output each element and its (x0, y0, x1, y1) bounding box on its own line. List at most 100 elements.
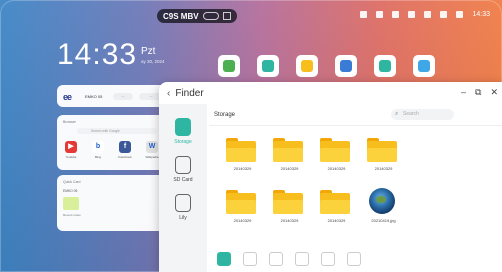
window-controls: – ⧉ ✕ (461, 87, 498, 98)
file-name: 20140329 (280, 166, 299, 171)
file-name: 20140329 (374, 166, 393, 171)
sidebar-item-label: Storage (174, 139, 192, 145)
shortcut-glyph: W (148, 143, 156, 150)
new-folder-icon[interactable] (321, 252, 335, 266)
image-thumbnail (369, 188, 395, 214)
sidebar-item-lily[interactable]: Lily (159, 194, 207, 221)
folder-icon (226, 190, 256, 214)
folder-icon (320, 190, 350, 214)
screen-share-icon (379, 60, 391, 72)
dock-app[interactable] (374, 55, 396, 77)
folder-item[interactable]: 20140329 (266, 134, 313, 178)
notes-icon (262, 60, 274, 72)
file-name: 20140329 (233, 166, 252, 171)
folder-item[interactable]: 20140329 (313, 134, 360, 178)
folder-item[interactable]: 20140329 (360, 134, 407, 178)
file-name: 20140329 (327, 218, 346, 223)
folder-icon (273, 190, 303, 214)
shortcut-row: ▶ Youtube b Bing f Facebook W Wikipedia (65, 141, 159, 159)
folder-icon (273, 138, 303, 162)
notification-icon[interactable] (424, 11, 432, 18)
shortcut-label: Youtube (65, 155, 77, 159)
device-indicator[interactable]: C9S MBV (157, 9, 237, 23)
folder-body (367, 141, 397, 162)
clock-time: 14:33 (57, 38, 138, 71)
dock-app[interactable] (257, 55, 279, 77)
select-icon[interactable] (295, 252, 309, 266)
dock-app[interactable] (296, 55, 318, 77)
cast-toggle-icon[interactable] (202, 12, 219, 20)
brand-widget[interactable]: ee EMKO 05 ... ... (57, 85, 169, 107)
clock-date: ay 30, 2024 (141, 59, 165, 64)
browser-search-input[interactable]: Search with Google (77, 128, 157, 134)
finder-search-input[interactable]: Search (391, 109, 454, 120)
image-item[interactable]: 20210419.jpg (360, 186, 407, 230)
brand-button-1[interactable]: ... (113, 93, 133, 100)
browser-widget: Browser Search with Google ▶ Youtube b Bing… (57, 115, 165, 170)
storage-icon (175, 118, 191, 136)
divider (209, 125, 502, 126)
file-name: 20140329 (280, 218, 299, 223)
folder-icon (320, 138, 350, 162)
minimize-icon[interactable]: – (461, 87, 466, 98)
grid-view-icon[interactable] (217, 252, 231, 266)
sidebar-item-storage[interactable]: Storage (159, 118, 207, 145)
sidebar-item-sd-card[interactable]: SD Card (159, 156, 207, 183)
folder-body (273, 193, 303, 214)
shortcut-glyph: b (95, 143, 101, 150)
sidebar-item-label: SD Card (173, 177, 193, 183)
finder-sidebar: Storage SD Card Lily (159, 104, 207, 272)
close-icon[interactable]: ✕ (490, 87, 498, 98)
folder-body (273, 141, 303, 162)
folder-body (226, 141, 256, 162)
sd-card-icon (175, 156, 191, 174)
file-name: 20210419.jpg (371, 218, 396, 223)
clock-day: Pzt (141, 46, 156, 57)
quick-card-sub: EMKO 05 (63, 189, 78, 193)
quick-card-widget: Quick Card EMKO 05 Recent notes (57, 175, 165, 231)
whiteboard-icon (223, 60, 235, 72)
finder-window: ‹ Finder – ⧉ ✕ Storage SD Card Lily Storage… (159, 82, 502, 272)
folder-body (320, 141, 350, 162)
maximize-icon[interactable]: ⧉ (475, 87, 481, 98)
volume-icon[interactable] (392, 11, 400, 18)
file-name: 20140329 (233, 218, 252, 223)
cloud-icon (418, 60, 430, 72)
wifi-icon[interactable] (456, 11, 464, 18)
shortcut-glyph: f (123, 143, 127, 150)
breadcrumb: Storage (214, 112, 236, 118)
finder-title-bar: ‹ Finder (167, 88, 204, 99)
folder-item[interactable]: 20140329 (266, 186, 313, 230)
sort-icon[interactable] (269, 252, 283, 266)
browser-widget-header: Browser (63, 120, 76, 124)
finder-title: Finder (175, 88, 204, 99)
file-grid: 20140329 20140329 20140329 20140329 20140329… (219, 134, 407, 230)
status-bar: 14:33 (360, 11, 490, 18)
user-icon[interactable] (408, 11, 416, 18)
folder-item[interactable]: 20140329 (313, 186, 360, 230)
brightness-icon[interactable] (376, 11, 384, 18)
shortcut-tile[interactable]: ▶ Youtube (65, 141, 77, 159)
dock-app[interactable] (413, 55, 435, 77)
window-icon[interactable] (222, 12, 231, 20)
brand-name: EMKO 05 (85, 94, 103, 99)
note-caption: Recent notes (63, 213, 81, 217)
file-name: 20140329 (327, 166, 346, 171)
app-dock (218, 55, 435, 77)
folder-body (320, 193, 350, 214)
folder-item[interactable]: 20140329 (219, 186, 266, 230)
network-icon[interactable] (440, 11, 448, 18)
dock-app[interactable] (335, 55, 357, 77)
folder-item[interactable]: 20140329 (219, 134, 266, 178)
back-icon[interactable]: ‹ (167, 88, 170, 99)
list-view-icon[interactable] (243, 252, 257, 266)
screenshot-icon[interactable] (360, 11, 368, 18)
shortcut-tile[interactable]: f Facebook (118, 141, 132, 159)
status-time: 14:33 (472, 11, 490, 18)
dock-app[interactable] (218, 55, 240, 77)
browser-icon (340, 60, 352, 72)
more-icon[interactable] (347, 252, 361, 266)
shortcut-tile[interactable]: b Bing (92, 141, 104, 159)
shortcut-tile[interactable]: W Wikipedia (145, 141, 159, 159)
note-thumbnail[interactable] (63, 197, 79, 210)
